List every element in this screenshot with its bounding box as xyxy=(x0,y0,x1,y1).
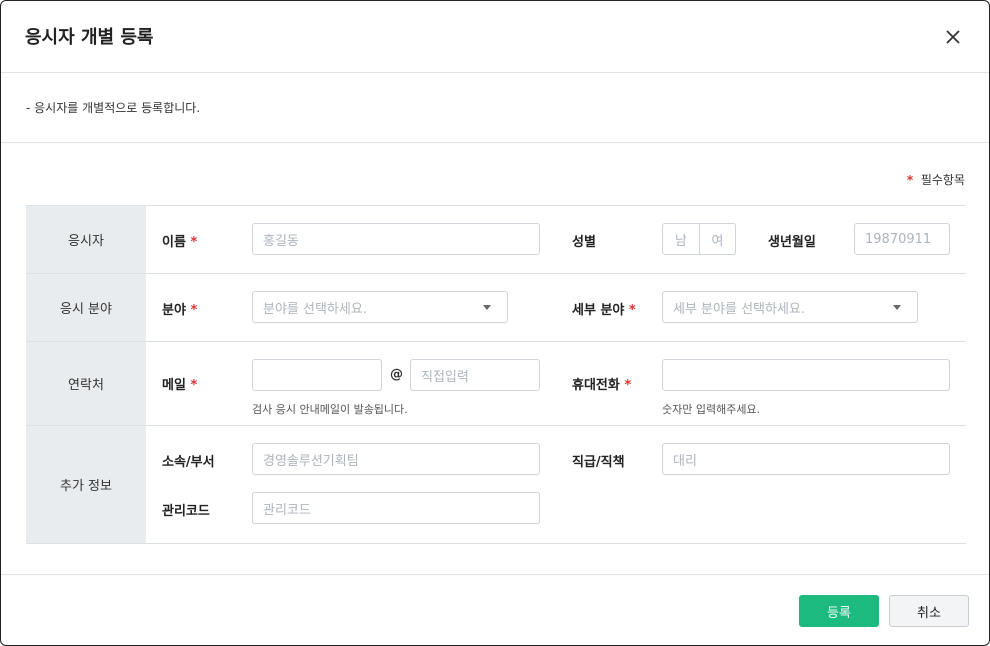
modal-header: 응시자 개별 등록 xyxy=(1,1,989,73)
section-header-contact: 연락처 xyxy=(26,341,146,426)
dept-input[interactable]: 경영솔루션기획팀 xyxy=(252,443,540,475)
position-label: 직급/직책 xyxy=(572,455,625,470)
modal-footer: 등록 취소 xyxy=(1,574,989,645)
submit-button[interactable]: 등록 xyxy=(799,595,879,627)
applicant-row: 응시자 이름 * 홍길동 성별 남 여 생년월일 19870911 xyxy=(26,205,966,274)
extra-row: 추가 정보 소속/부서 경영솔루션기획팀 직급/직책 대리 관리코드 관리코드 xyxy=(26,425,966,544)
contact-row: 연락처 메일 * @ 직접입력 검사 응시 안내메일이 발송됩니다. 휴대전화 … xyxy=(26,341,966,426)
register-applicant-modal: 응시자 개별 등록 - 응시자를 개별적으로 등록합니다. * 필수항목 응시자… xyxy=(0,0,990,646)
position-input[interactable]: 대리 xyxy=(662,443,950,475)
field-select[interactable]: 분야를 선택하세요. xyxy=(252,291,508,323)
cancel-button[interactable]: 취소 xyxy=(889,595,969,627)
modal-description: - 응시자를 개별적으로 등록합니다. xyxy=(26,101,201,115)
dept-label: 소속/부서 xyxy=(162,455,215,470)
code-input[interactable]: 관리코드 xyxy=(252,492,540,524)
birth-input[interactable]: 19870911 xyxy=(854,223,950,255)
gender-toggle: 남 여 xyxy=(662,223,736,255)
name-input[interactable]: 홍길동 xyxy=(252,223,540,255)
phone-hint: 숫자만 입력해주세요. xyxy=(662,403,761,416)
code-label: 관리코드 xyxy=(162,504,210,519)
required-star: * xyxy=(906,173,914,187)
registration-form: 응시자 이름 * 홍길동 성별 남 여 생년월일 19870911 응시 분야 … xyxy=(26,205,966,544)
field-label: 분야 * xyxy=(162,303,198,318)
gender-male-option[interactable]: 남 xyxy=(663,224,699,254)
gender-label: 성별 xyxy=(572,235,596,250)
required-note-text: 필수항목 xyxy=(920,173,965,187)
email-label: 메일 * xyxy=(162,378,198,393)
section-header-extra: 추가 정보 xyxy=(26,425,146,544)
modal-title: 응시자 개별 등록 xyxy=(25,27,154,48)
birth-label: 생년월일 xyxy=(768,235,816,250)
subfield-label: 세부 분야 * xyxy=(572,303,636,318)
phone-input[interactable] xyxy=(662,359,950,391)
description-area: - 응시자를 개별적으로 등록합니다. xyxy=(1,73,989,143)
phone-label: 휴대전화 * xyxy=(572,378,632,393)
required-note: * 필수항목 xyxy=(907,171,965,188)
close-button[interactable] xyxy=(941,25,965,49)
field-row: 응시 분야 분야 * 분야를 선택하세요. 세부 분야 * 세부 분야를 선택하… xyxy=(26,273,966,342)
subfield-select[interactable]: 세부 분야를 선택하세요. xyxy=(662,291,918,323)
gender-female-option[interactable]: 여 xyxy=(699,224,735,254)
name-label: 이름 * xyxy=(162,235,198,250)
close-icon xyxy=(946,30,960,44)
email-hint: 검사 응시 안내메일이 발송됩니다. xyxy=(252,403,408,416)
caret-down-icon xyxy=(893,304,901,310)
caret-down-icon xyxy=(483,304,491,310)
email-user-input[interactable] xyxy=(252,359,382,391)
at-sign: @ xyxy=(390,367,403,382)
section-header-applicant: 응시자 xyxy=(26,205,146,274)
email-domain-input[interactable]: 직접입력 xyxy=(410,359,540,391)
section-header-field: 응시 분야 xyxy=(26,273,146,342)
